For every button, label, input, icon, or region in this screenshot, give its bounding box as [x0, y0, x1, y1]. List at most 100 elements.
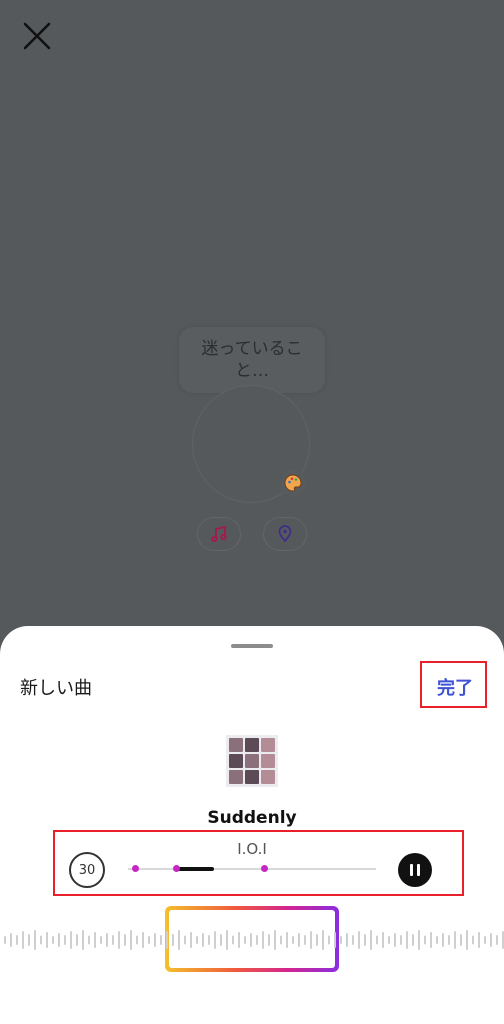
waveform-bar [34, 930, 36, 950]
waveform-bar [118, 931, 120, 949]
progress-track[interactable] [128, 868, 376, 870]
waveform-bar [232, 935, 234, 945]
waveform-bar [292, 936, 294, 944]
waveform-bar [298, 933, 300, 947]
waveform-bar [436, 936, 438, 944]
waveform-bar [82, 930, 84, 950]
waveform-bar [286, 932, 288, 948]
waveform-bar [388, 936, 390, 944]
waveform-bar [268, 934, 270, 946]
waveform-bar [88, 935, 90, 945]
waveform-bar [472, 935, 474, 945]
waveform-bar [364, 934, 366, 946]
waveform-bar [10, 933, 12, 947]
track-marker [132, 865, 139, 872]
waveform-bar [346, 933, 348, 947]
duration-label: 30 [78, 862, 96, 878]
waveform-bar [430, 932, 432, 948]
waveform-bar [100, 936, 102, 944]
waveform-bar [58, 933, 60, 947]
sheet-drag-handle[interactable] [231, 644, 273, 648]
waveform-bar [142, 932, 144, 948]
waveform-bar [214, 931, 216, 949]
waveform-bar [16, 935, 18, 945]
waveform-bar [442, 933, 444, 947]
waveform-bar [70, 931, 72, 949]
waveform-bar [262, 931, 264, 949]
waveform-bar [412, 934, 414, 946]
waveform-bar [160, 935, 162, 945]
music-button[interactable] [197, 517, 241, 551]
note-bubble[interactable]: 迷っていること… [179, 327, 325, 393]
waveform-bar [310, 931, 312, 949]
waveform-bar [124, 934, 126, 946]
waveform-bar [202, 933, 204, 947]
waveform-bar [106, 933, 108, 947]
waveform-bar [484, 936, 486, 944]
waveform-bar [406, 931, 408, 949]
waveform-bar [328, 935, 330, 945]
waveform-bar [490, 933, 492, 947]
waveform-bar [76, 934, 78, 946]
waveform-bar [316, 934, 318, 946]
waveform-bar [220, 934, 222, 946]
waveform-bar [190, 932, 192, 948]
waveform-bar [256, 935, 258, 945]
palette-icon[interactable] [280, 470, 306, 496]
waveform-bar [358, 931, 360, 949]
waveform-bar [478, 932, 480, 948]
waveform-bar [448, 935, 450, 945]
waveform-bar [178, 930, 180, 950]
waveform-bar [304, 935, 306, 945]
waveform-bar [322, 930, 324, 950]
duration-button[interactable]: 30 [69, 852, 105, 888]
track-marker [173, 865, 180, 872]
close-icon[interactable] [22, 21, 52, 51]
waveform-bar [184, 935, 186, 945]
waveform-bar [46, 932, 48, 948]
waveform-bar [454, 931, 456, 949]
waveform-bar [376, 935, 378, 945]
note-bubble-text: 迷っていること… [201, 339, 303, 381]
waveform-bar [370, 930, 372, 950]
waveform-bar [22, 931, 24, 949]
waveform-bar [112, 935, 114, 945]
song-title: Suddenly [207, 808, 297, 828]
waveform-bar [166, 931, 168, 949]
waveform-bar [340, 936, 342, 944]
waveform-bar [274, 930, 276, 950]
waveform-bar [250, 933, 252, 947]
pause-icon[interactable] [398, 853, 432, 887]
waveform-bar [244, 936, 246, 944]
location-button[interactable] [263, 517, 307, 551]
waveform-bar [382, 932, 384, 948]
done-button[interactable]: 完了 [437, 674, 473, 700]
waveform-bar [136, 935, 138, 945]
waveform-bar [352, 935, 354, 945]
waveform-bar [496, 935, 498, 945]
sheet-title: 新しい曲 [20, 678, 92, 699]
waveform-bar [466, 930, 468, 950]
location-pin-icon [278, 525, 292, 543]
progress-fill [176, 867, 214, 871]
music-note-icon [211, 525, 227, 543]
waveform-bar [64, 935, 66, 945]
waveform-bar [334, 932, 336, 948]
waveform-bar [196, 936, 198, 944]
waveform-bar [4, 936, 6, 944]
waveform-bar [148, 936, 150, 944]
waveform-bar [400, 935, 402, 945]
waveform[interactable] [0, 920, 504, 960]
waveform-bar [460, 934, 462, 946]
waveform-bar [154, 933, 156, 947]
track-marker [261, 865, 268, 872]
waveform-bar [172, 934, 174, 946]
album-art [226, 735, 278, 787]
waveform-bar [238, 932, 240, 948]
waveform-bar [418, 930, 420, 950]
waveform-bar [52, 936, 54, 944]
waveform-bar [394, 933, 396, 947]
waveform-bar [208, 935, 210, 945]
waveform-bar [28, 934, 30, 946]
waveform-bar [280, 935, 282, 945]
